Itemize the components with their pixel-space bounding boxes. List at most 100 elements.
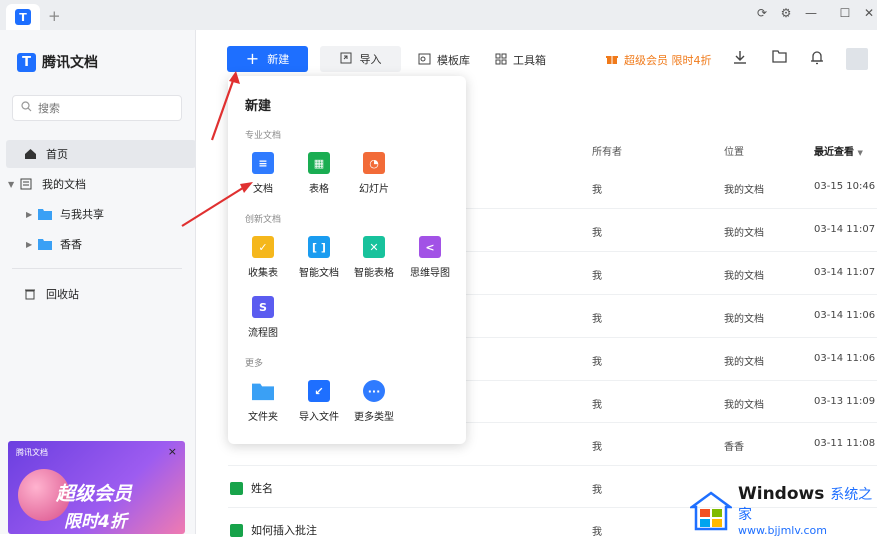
watermark-url: www.bjjmlv.com xyxy=(738,524,827,537)
gift-icon xyxy=(606,53,618,68)
new-item-icon: ··· xyxy=(363,380,385,402)
header-location: 位置 xyxy=(724,147,744,158)
chevron-down-icon[interactable]: ▼ xyxy=(8,180,20,189)
search-icon xyxy=(21,101,32,115)
search-box[interactable] xyxy=(12,95,182,121)
sidebar-item-label: 回收站 xyxy=(46,288,79,301)
location-cell: 我的文档 xyxy=(724,314,764,325)
owner-cell: 我 xyxy=(592,357,602,368)
import-button-label: 导入 xyxy=(359,53,382,66)
new-item[interactable]: 文件夹 xyxy=(235,380,291,423)
brand: T 腾讯文档 xyxy=(17,52,98,72)
new-item[interactable]: ≡ 文档 xyxy=(235,152,291,195)
location-cell: 我的文档 xyxy=(724,400,764,411)
doc-folder-icon xyxy=(20,178,34,190)
vip-promo-banner[interactable]: 腾讯文档 超级会员 限时4折 × xyxy=(8,441,185,534)
folder-icon xyxy=(38,238,52,250)
new-item-icon: ≡ xyxy=(252,152,274,174)
section-pro-docs: 专业文档 xyxy=(245,131,282,141)
folder-open-icon[interactable] xyxy=(770,50,788,68)
new-item-icon: ✕ xyxy=(363,236,385,258)
new-item[interactable]: < 思维导图 xyxy=(402,236,458,279)
search-input[interactable] xyxy=(38,101,168,115)
new-item[interactable]: ✕ 智能表格 xyxy=(346,236,402,279)
file-name-label: 姓名 xyxy=(251,482,273,495)
close-button[interactable]: ✕ xyxy=(861,6,877,20)
sidebar-item-home[interactable]: 首页 xyxy=(6,140,196,168)
new-item[interactable]: S 流程图 xyxy=(235,296,291,339)
sidebar-item-label: 首页 xyxy=(46,148,68,161)
avatar[interactable] xyxy=(846,48,868,70)
bell-icon[interactable] xyxy=(808,50,826,68)
new-item[interactable]: ◔ 幻灯片 xyxy=(346,152,402,195)
new-item-icon: [ ] xyxy=(308,236,330,258)
new-item[interactable]: ▦ 表格 xyxy=(291,152,347,195)
header-owner: 所有者 xyxy=(592,147,622,158)
new-item-label: 智能表格 xyxy=(354,268,394,279)
owner-cell: 我 xyxy=(592,314,602,325)
date-cell: 03-15 10:46 xyxy=(814,181,876,192)
template-library-button[interactable]: 模板库 xyxy=(418,52,470,68)
sidebar: T 腾讯文档 首页 ▼ 我的文档 ▶ 与我共享 ▶ 香香 xyxy=(0,30,196,534)
minimize-button[interactable]: — xyxy=(803,6,819,20)
date-cell: 03-14 11:06 xyxy=(814,310,876,321)
new-item-label: 更多类型 xyxy=(354,412,394,423)
settings-icon[interactable]: ⚙ xyxy=(778,6,794,20)
new-tab-button[interactable]: + xyxy=(48,7,61,25)
date-cell: 03-14 11:07 xyxy=(814,224,876,235)
app-logo-icon: T xyxy=(15,9,31,25)
new-item-label: 文件夹 xyxy=(248,412,278,423)
new-item-label: 幻灯片 xyxy=(359,184,389,195)
new-item-label: 收集表 xyxy=(248,268,278,279)
new-item[interactable]: ··· 更多类型 xyxy=(346,380,402,423)
new-button[interactable]: + 新建 xyxy=(227,46,308,72)
sheet-file-icon xyxy=(230,523,243,537)
menu-title: 新建 xyxy=(245,99,272,114)
location-cell: 我的文档 xyxy=(724,185,764,196)
location-cell: 香香 xyxy=(724,442,744,453)
toolbox-button[interactable]: 工具箱 xyxy=(495,52,546,68)
divider xyxy=(12,268,182,269)
vip-offer-link[interactable]: 超级会员 限时4折 xyxy=(606,52,712,68)
template-label: 模板库 xyxy=(437,54,470,67)
sidebar-item-xiangxiang[interactable]: ▶ 香香 xyxy=(0,230,196,258)
new-item-icon: ▦ xyxy=(308,152,330,174)
new-item-label: 思维导图 xyxy=(410,268,450,279)
sidebar-item-shared[interactable]: ▶ 与我共享 xyxy=(0,200,196,228)
import-button[interactable]: 导入 xyxy=(320,46,401,72)
new-item[interactable]: ✓ 收集表 xyxy=(235,236,291,279)
file-name[interactable]: 姓名 xyxy=(230,480,273,496)
row-divider xyxy=(228,465,877,466)
sync-icon[interactable]: ⟳ xyxy=(754,6,770,20)
sheet-file-icon xyxy=(230,481,243,495)
sidebar-item-my-docs[interactable]: ▼ 我的文档 xyxy=(0,170,196,198)
location-cell: 我的文档 xyxy=(724,228,764,239)
new-document-menu: 新建 专业文档 创新文档 更多 ≡ 文档 ▦ 表格 ◔ 幻灯片 ✓ 收集表 [ … xyxy=(228,76,466,444)
new-item[interactable]: ↙ 导入文件 xyxy=(291,380,347,423)
new-item-label: 导入文件 xyxy=(299,412,339,423)
download-icon[interactable] xyxy=(731,50,749,68)
promo-subtitle: 限时4折 xyxy=(64,512,127,532)
date-cell: 03-13 11:09 xyxy=(814,396,876,407)
file-name[interactable]: 如何插入批注 xyxy=(230,522,317,538)
windows-logo-icon xyxy=(688,490,734,531)
owner-cell: 我 xyxy=(592,442,602,453)
new-item[interactable]: [ ] 智能文档 xyxy=(291,236,347,279)
app-tab[interactable]: T xyxy=(6,4,40,30)
header-recent-sort[interactable]: 最近查看 ▼ xyxy=(814,143,863,158)
owner-cell: 我 xyxy=(592,185,602,196)
chevron-right-icon[interactable]: ▶ xyxy=(26,240,38,249)
toolbox-label: 工具箱 xyxy=(513,54,546,67)
owner-cell: 我 xyxy=(592,228,602,239)
file-name-label: 如何插入批注 xyxy=(251,524,317,537)
chevron-right-icon[interactable]: ▶ xyxy=(26,210,38,219)
section-creative-docs: 创新文档 xyxy=(245,215,282,225)
watermark: Windows 系统之家 www.bjjmlv.com xyxy=(688,484,877,537)
brand-logo-icon: T xyxy=(17,52,36,72)
new-item-label: 流程图 xyxy=(248,328,278,339)
sidebar-item-trash[interactable]: 回收站 xyxy=(0,280,196,308)
watermark-title: Windows 系统之家 xyxy=(738,484,877,524)
maximize-button[interactable]: ☐ xyxy=(837,6,853,20)
close-icon[interactable]: × xyxy=(168,445,177,458)
new-item-icon: S xyxy=(252,296,274,318)
